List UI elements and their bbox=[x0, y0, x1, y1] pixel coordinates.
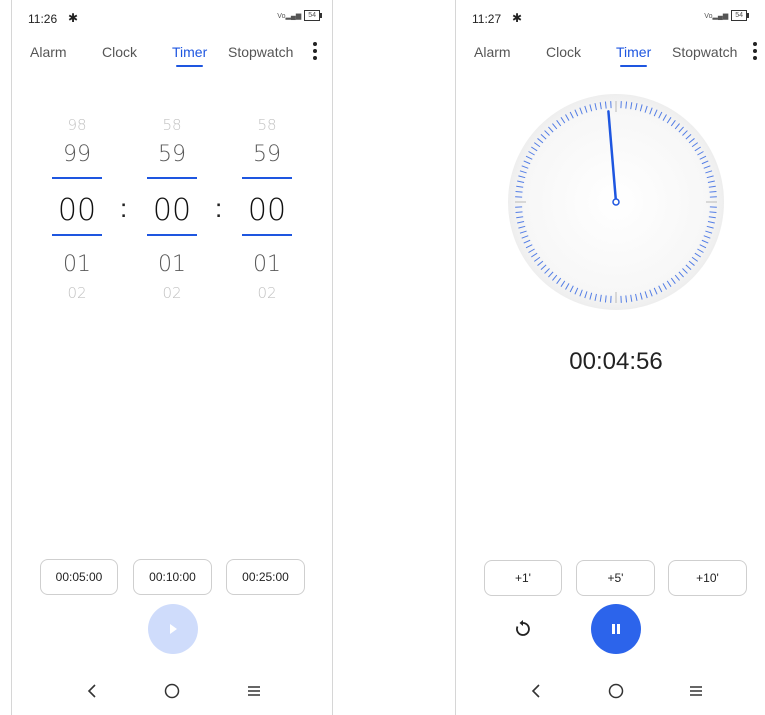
tab-stopwatch[interactable]: Stopwatch bbox=[672, 44, 737, 60]
reset-icon[interactable] bbox=[509, 615, 537, 643]
signal-icon: Vo▂▄▆ bbox=[277, 12, 302, 20]
status-time: 11:26 bbox=[28, 12, 58, 26]
battery-icon: 54 bbox=[731, 10, 749, 21]
picker-selection-line bbox=[147, 177, 197, 179]
preset-25min-button[interactable]: 00:25:00 bbox=[226, 559, 305, 595]
add-10min-button[interactable]: +10' bbox=[668, 560, 747, 596]
add-1min-button[interactable]: +1' bbox=[484, 560, 562, 596]
picker-value: 02 bbox=[67, 284, 87, 302]
picker-value: 99 bbox=[63, 142, 91, 167]
tab-clock[interactable]: Clock bbox=[546, 44, 581, 60]
timer-setup-screen: 11:26 ✱ Vo▂▄▆ 54 Alarm Clock Timer Stopw… bbox=[11, 0, 333, 715]
picker-selection-line bbox=[242, 177, 292, 179]
picker-value: 01 bbox=[63, 252, 91, 277]
system-nav-bar bbox=[456, 679, 765, 703]
recents-icon[interactable] bbox=[684, 679, 708, 703]
hours-picker[interactable]: 98 99 00 01 02 bbox=[52, 110, 102, 310]
add-5min-button[interactable]: +5' bbox=[576, 560, 655, 596]
tab-bar: Alarm Clock Timer Stopwatch bbox=[456, 44, 765, 70]
picker-selection-line bbox=[147, 234, 197, 236]
tab-timer[interactable]: Timer bbox=[172, 44, 208, 67]
picker-value: 98 bbox=[67, 116, 87, 134]
picker-value: 59 bbox=[158, 142, 186, 167]
play-icon bbox=[170, 624, 177, 634]
picker-value: 59 bbox=[253, 142, 281, 167]
picker-value: 02 bbox=[257, 284, 277, 302]
pause-button[interactable] bbox=[591, 604, 641, 654]
time-separator: : bbox=[215, 193, 223, 223]
picker-selected-value: 00 bbox=[152, 193, 192, 228]
tab-alarm[interactable]: Alarm bbox=[474, 44, 511, 60]
gear-icon: ✱ bbox=[512, 11, 523, 25]
picker-value: 58 bbox=[257, 116, 277, 134]
status-bar: 11:27 ✱ Vo▂▄▆ 54 bbox=[472, 10, 763, 26]
home-icon[interactable] bbox=[604, 679, 628, 703]
status-bar: 11:26 ✱ Vo▂▄▆ 54 bbox=[28, 10, 322, 26]
minutes-picker[interactable]: 58 59 00 01 02 bbox=[147, 110, 197, 310]
tab-alarm[interactable]: Alarm bbox=[30, 44, 67, 60]
tab-timer[interactable]: Timer bbox=[616, 44, 652, 67]
signal-icon: Vo▂▄▆ bbox=[704, 12, 729, 20]
picker-selection-line bbox=[242, 234, 292, 236]
more-vert-icon[interactable] bbox=[752, 42, 758, 60]
picker-selection-line bbox=[52, 234, 102, 236]
home-icon[interactable] bbox=[160, 679, 184, 703]
timer-dial bbox=[508, 94, 724, 310]
battery-icon: 54 bbox=[304, 10, 322, 21]
picker-selection-line bbox=[52, 177, 102, 179]
remaining-time: 00:04:56 bbox=[569, 348, 663, 375]
status-icons: Vo▂▄▆ 54 bbox=[704, 10, 749, 21]
time-separator: : bbox=[120, 193, 128, 223]
tab-stopwatch[interactable]: Stopwatch bbox=[228, 44, 293, 60]
picker-selected-value: 00 bbox=[247, 193, 287, 228]
recents-icon[interactable] bbox=[242, 679, 266, 703]
picker-value: 01 bbox=[253, 252, 281, 277]
status-icons: Vo▂▄▆ 54 bbox=[277, 10, 322, 21]
tab-bar: Alarm Clock Timer Stopwatch bbox=[12, 44, 332, 70]
start-button[interactable] bbox=[148, 604, 198, 654]
tab-clock[interactable]: Clock bbox=[102, 44, 137, 60]
gear-icon: ✱ bbox=[68, 11, 79, 25]
back-icon[interactable] bbox=[524, 679, 548, 703]
status-time: 11:27 bbox=[472, 12, 502, 26]
picker-value: 01 bbox=[158, 252, 186, 277]
timer-running-screen: 11:27 ✱ Vo▂▄▆ 54 Alarm Clock Timer Stopw… bbox=[455, 0, 765, 715]
picker-value: 58 bbox=[162, 116, 182, 134]
tab-active-indicator bbox=[176, 65, 204, 67]
system-nav-bar bbox=[12, 679, 332, 703]
more-vert-icon[interactable] bbox=[312, 42, 318, 60]
tab-timer-label: Timer bbox=[616, 44, 652, 60]
preset-10min-button[interactable]: 00:10:00 bbox=[133, 559, 212, 595]
dial-center bbox=[612, 198, 620, 206]
tab-timer-label: Timer bbox=[172, 44, 208, 60]
pause-icon bbox=[612, 624, 620, 634]
picker-selected-value: 00 bbox=[57, 193, 97, 228]
tab-active-indicator bbox=[620, 65, 648, 67]
picker-value: 02 bbox=[162, 284, 182, 302]
preset-5min-button[interactable]: 00:05:00 bbox=[40, 559, 118, 595]
back-icon[interactable] bbox=[80, 679, 104, 703]
seconds-picker[interactable]: 58 59 00 01 02 bbox=[242, 110, 292, 310]
